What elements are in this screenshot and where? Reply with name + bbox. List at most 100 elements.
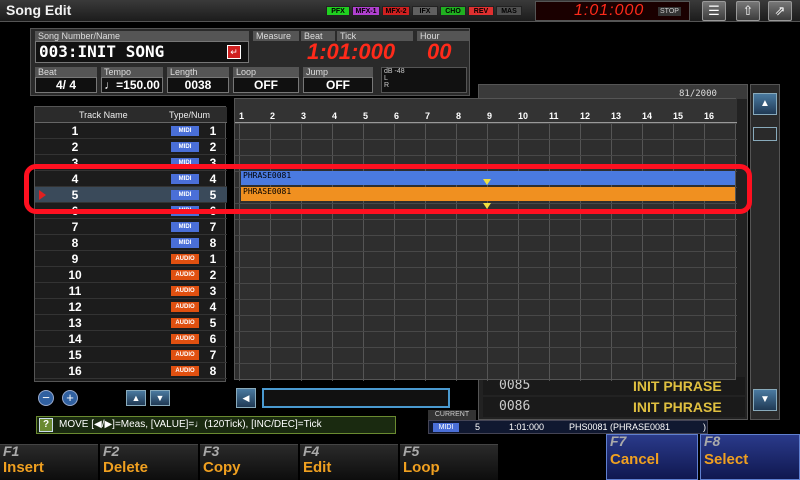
grid-hline [235, 251, 737, 252]
track-row[interactable]: 9 AUDIO 1 [35, 251, 227, 267]
grid-vline [239, 123, 240, 381]
track-number: 7 [71, 220, 79, 234]
track-row[interactable]: 1 MIDI 1 [35, 123, 227, 139]
track-type-number: 1 [209, 124, 217, 138]
track-row[interactable]: 12 AUDIO 4 [35, 299, 227, 315]
grid-vline [363, 123, 364, 381]
tempo-field[interactable]: ♩=150.00 [101, 77, 163, 93]
track-type-number: 8 [209, 236, 217, 250]
track-row[interactable]: 13 AUDIO 5 [35, 315, 227, 331]
measure-number: 10 [518, 111, 529, 121]
fx-indicator-pfx: PFX [326, 6, 350, 16]
track-number: 11 [68, 284, 82, 298]
measure-number: 15 [673, 111, 684, 121]
track-up-button[interactable]: ▲ [126, 390, 146, 406]
zoom-in-icon[interactable]: + [62, 390, 78, 406]
phrase-number: 0086 [499, 399, 531, 414]
track-row[interactable]: 2 MIDI 2 [35, 139, 227, 155]
track-row[interactable]: 10 AUDIO 2 [35, 267, 227, 283]
track-row[interactable]: 14 AUDIO 6 [35, 331, 227, 347]
export-icon[interactable]: ⇗ [768, 1, 792, 21]
track-number: 13 [68, 316, 82, 330]
scroll-sidebar: ▲ ▼ [750, 84, 780, 420]
f2-delete-button[interactable]: F2 Delete [100, 443, 198, 480]
fx-label: IFX [419, 8, 431, 15]
f1-insert-button[interactable]: F1 Insert [0, 443, 98, 480]
fx-label: REV [473, 8, 489, 15]
zoom-out-icon[interactable]: − [38, 390, 54, 406]
track-type-badge: AUDIO [171, 334, 199, 344]
measure-number: 8 [456, 111, 462, 121]
phrase-list-item[interactable]: 0086 INIT PHRASE [483, 397, 745, 417]
scroll-thumb[interactable] [753, 127, 777, 141]
status-bar: MIDI 5 1:01:000 PHS0081 (PHRASE0081 ) [428, 420, 708, 434]
track-down-button[interactable]: ▼ [150, 390, 170, 406]
fx-label: MAS [501, 8, 517, 15]
length-field-label: Length [167, 67, 229, 77]
track-number: 14 [68, 332, 82, 346]
track-row[interactable]: 11 AUDIO 3 [35, 283, 227, 299]
beat-field[interactable]: 4/ 4 [35, 77, 97, 93]
grid-hline [235, 139, 737, 140]
grid-hline [235, 123, 737, 124]
loop-field-label: Loop [233, 67, 299, 77]
scroll-down-button[interactable]: ▼ [753, 389, 777, 411]
song-name-field[interactable]: 003:INIT SONG [35, 41, 249, 63]
track-row[interactable]: 15 AUDIO 7 [35, 347, 227, 363]
f7-cancel-button[interactable]: F7 Cancel [606, 433, 698, 480]
grid-vline [301, 123, 302, 381]
phrase-grid[interactable]: 1 2 3 4 5 6 7 8 9 10 11 12 13 14 15 16 PHRASE0081 PHRAS… [234, 98, 737, 381]
scroll-left-button[interactable]: ◀ [236, 388, 256, 408]
menu-icon[interactable]: ☰ [702, 1, 726, 21]
measure-ruler: 1 2 3 4 5 6 7 8 9 10 11 12 13 14 15 16 [235, 99, 737, 123]
grid-hline [235, 315, 737, 316]
tempo-field-label: Tempo [101, 67, 163, 77]
grid-hline [235, 235, 737, 236]
measure-number: 3 [301, 111, 307, 121]
fkey-number: F4 [303, 443, 320, 459]
grid-vline [611, 123, 612, 381]
fx-label: MFX-1 [355, 8, 377, 15]
length-field[interactable]: 0038 [167, 77, 229, 93]
loop-field[interactable]: OFF [233, 77, 299, 93]
fx-label: MFX-2 [385, 8, 407, 15]
track-number: 12 [68, 300, 82, 314]
track-row[interactable]: 7 MIDI 7 [35, 219, 227, 235]
beat-field-label: Beat [35, 67, 97, 77]
track-type-number: 7 [209, 220, 217, 234]
f4-edit-button[interactable]: F4 Edit [300, 443, 398, 480]
track-number: 10 [68, 268, 82, 282]
grid-hline [235, 363, 737, 364]
track-row[interactable]: 8 MIDI 8 [35, 235, 227, 251]
track-row[interactable]: 16 AUDIO 8 [35, 363, 227, 379]
measure-label: Measure [253, 31, 299, 41]
song-select-icon[interactable]: ↵ [227, 45, 241, 59]
track-type-badge: AUDIO [171, 318, 199, 328]
up-arrow-icon[interactable]: ⇧ [736, 1, 760, 21]
song-name: 003:INIT SONG [39, 42, 165, 61]
scroll-up-button[interactable]: ▲ [753, 93, 777, 115]
track-type-badge: MIDI [171, 142, 199, 152]
measure-number: 4 [332, 111, 338, 121]
status-type-badge: MIDI [433, 423, 459, 432]
f5-loop-button[interactable]: F5 Loop [400, 443, 498, 480]
loop-value: OFF [254, 78, 278, 92]
track-type-number: 7 [209, 348, 217, 362]
track-number: 1 [71, 124, 79, 138]
horizontal-scrollbar[interactable] [262, 388, 450, 408]
measure-number: 7 [425, 111, 431, 121]
window-title: Song Edit [6, 2, 72, 18]
track-list: Track Name Type/Num 1 MIDI 1 2 MIDI 2 3 MIDI 3 4 M… [34, 106, 227, 382]
fx-indicator-rev: REV [468, 6, 494, 16]
grid-vline [580, 123, 581, 381]
jump-field[interactable]: OFF [303, 77, 373, 93]
meter-right-label: R [384, 82, 390, 89]
status-phrase: PHS0081 (PHRASE0081 [569, 422, 671, 432]
track-type-badge: MIDI [171, 126, 199, 136]
fx-indicator-ifx: IFX [412, 6, 438, 16]
track-type-badge: AUDIO [171, 350, 199, 360]
f8-select-button[interactable]: F8 Select [700, 433, 800, 480]
f3-copy-button[interactable]: F3 Copy [200, 443, 298, 480]
fkey-number: F8 [704, 433, 721, 449]
measure-number: 16 [704, 111, 715, 121]
